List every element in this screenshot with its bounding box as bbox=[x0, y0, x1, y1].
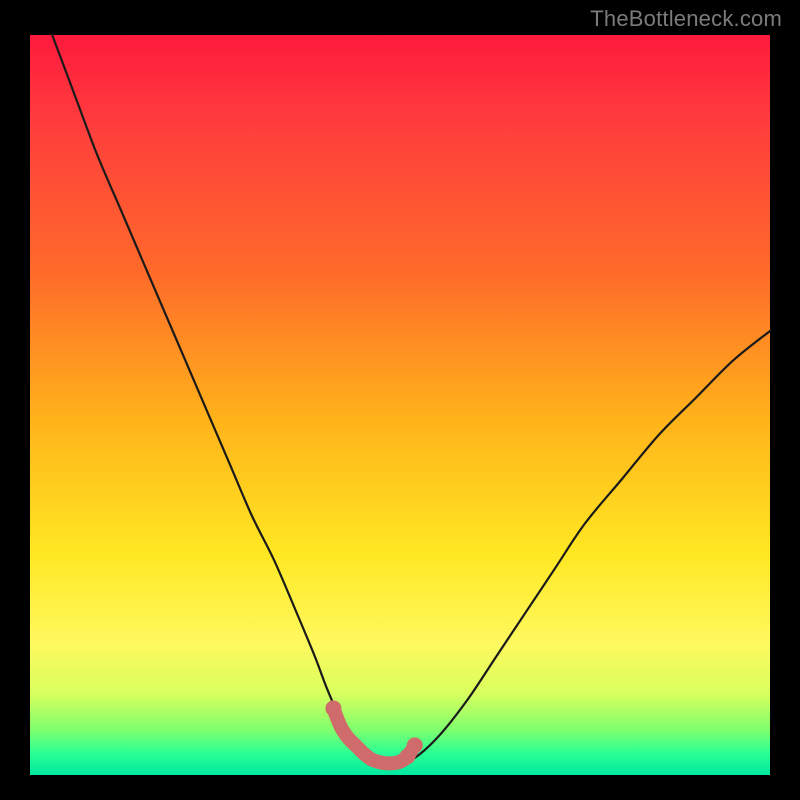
watermark-text: TheBottleneck.com bbox=[590, 6, 782, 32]
highlight-dot bbox=[325, 700, 341, 716]
bottleneck-curve bbox=[52, 35, 770, 764]
highlight-dot bbox=[407, 737, 423, 753]
chart-frame: TheBottleneck.com bbox=[0, 0, 800, 800]
curve-svg bbox=[30, 35, 770, 775]
plot-area bbox=[30, 35, 770, 775]
